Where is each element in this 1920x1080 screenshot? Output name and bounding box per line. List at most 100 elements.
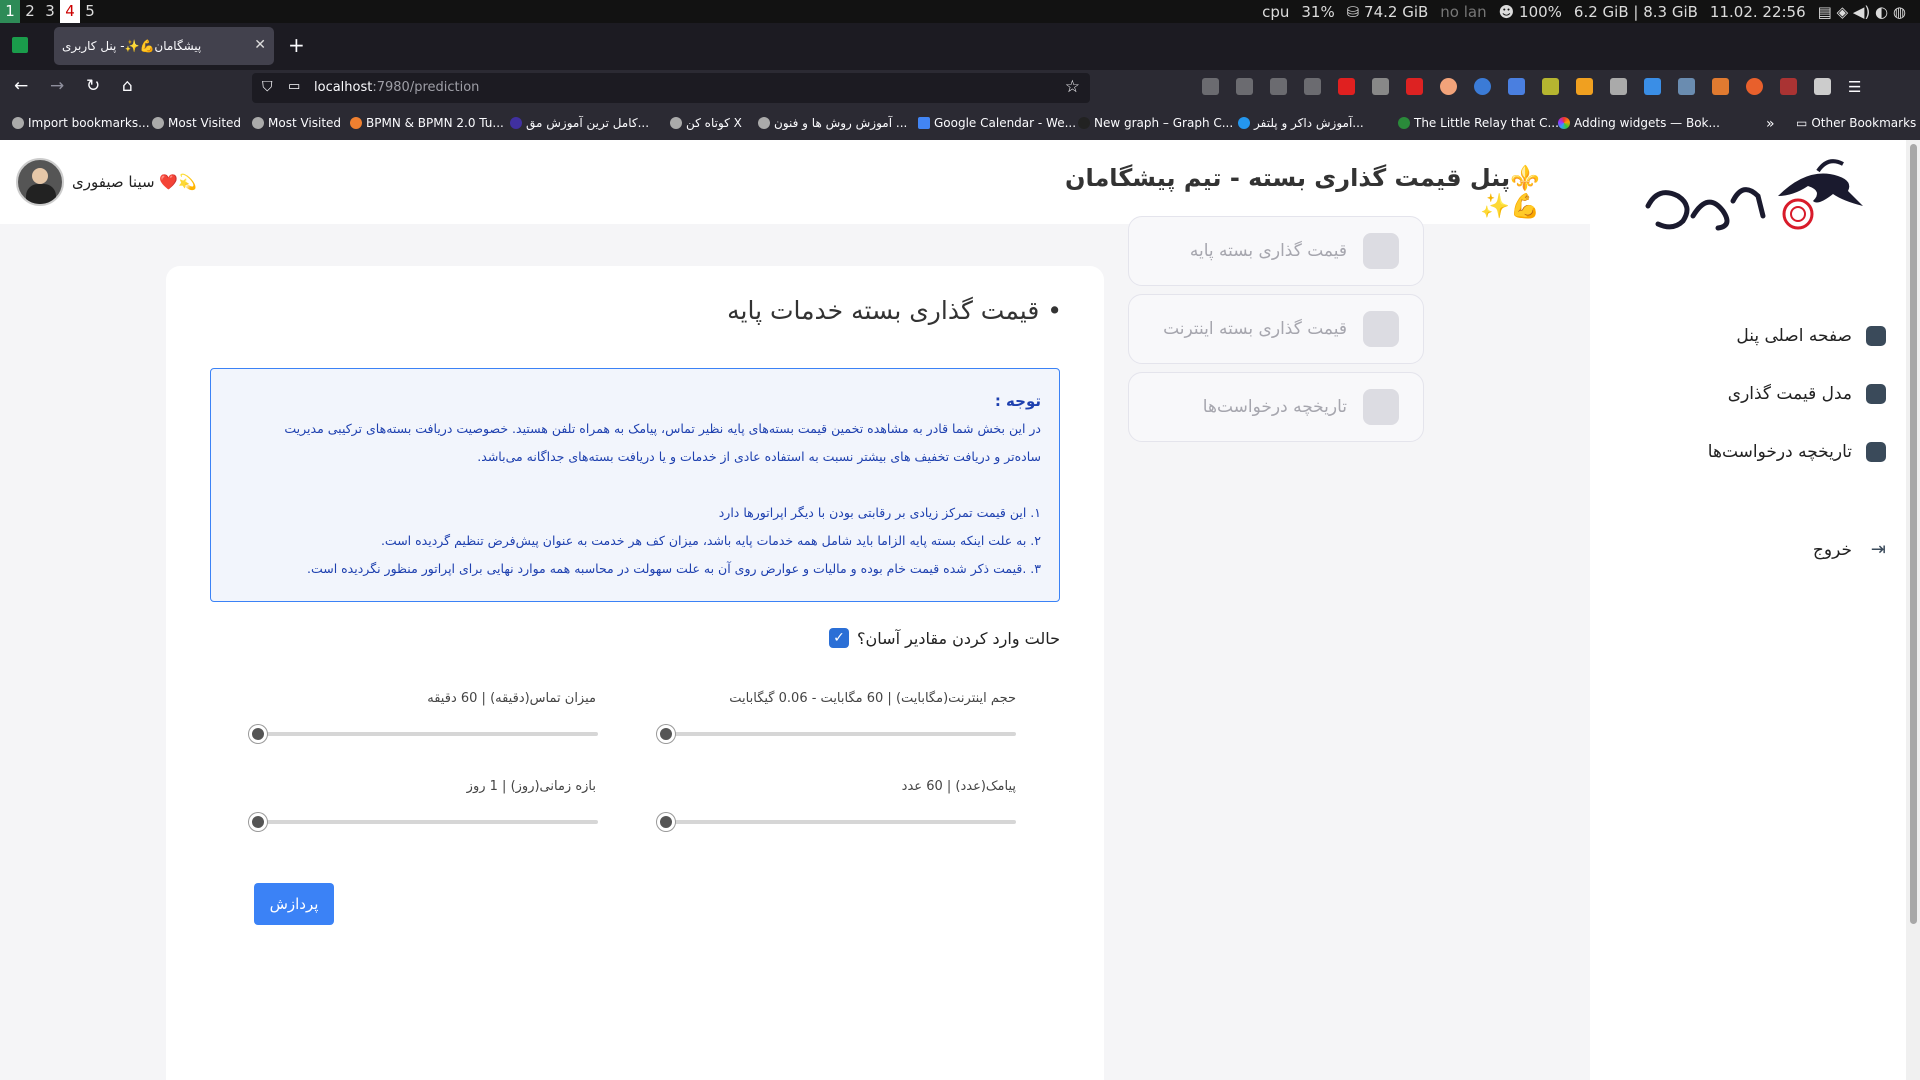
ext-icon-1[interactable] xyxy=(1440,78,1457,95)
other-bookmarks[interactable]: ▭ Other Bookmarks xyxy=(1796,116,1916,130)
bookmark-label: آموزش داکر و پلتفر... xyxy=(1254,116,1364,130)
logout-icon: ⇥ xyxy=(1870,539,1886,560)
workspace-1[interactable]: 1 xyxy=(0,0,20,23)
reload-icon[interactable]: ↻ xyxy=(86,76,100,96)
ext-icon-2[interactable] xyxy=(1474,78,1491,95)
system-stats: cpu 31% ⛁ 74.2 GiB no lan ☻ 100% 6.2 GiB… xyxy=(1262,0,1906,23)
page-icon: ▭ xyxy=(288,79,301,94)
sms-slider-handle[interactable] xyxy=(657,813,675,831)
card-request-history[interactable]: تاریخچه درخواست‌ها xyxy=(1128,372,1424,442)
pocket-icon[interactable] xyxy=(1202,78,1219,95)
bookmark-item[interactable]: کامل ترین آموزش مق... xyxy=(510,116,649,130)
easy-mode-checkbox[interactable]: ✓ xyxy=(829,628,850,648)
network-status: no lan xyxy=(1440,2,1487,21)
bookmark-item[interactable]: Google Calendar - We... xyxy=(918,116,1076,130)
bookmark-item[interactable]: آموزش داکر و پلتفر... xyxy=(1238,116,1364,130)
sidebar-item-logout[interactable]: ⇥ خروج xyxy=(1813,539,1886,561)
card-basic-pricing[interactable]: قیمت گذاری بسته پایه xyxy=(1128,216,1424,286)
bookmark-item[interactable]: آموزش روش ها و فنون ... xyxy=(758,116,907,130)
calls-slider-handle[interactable] xyxy=(249,725,267,743)
browser-tab[interactable]: پیشگامان💪✨- پنل کاربری ✕ xyxy=(54,27,274,65)
cpu-value: 31% xyxy=(1301,2,1335,21)
forward-icon[interactable]: → xyxy=(50,76,64,96)
library-icon[interactable] xyxy=(1270,78,1287,95)
ext-icon-10[interactable] xyxy=(1814,78,1831,95)
package-cards: قیمت گذاری بسته پایه قیمت گذاری بسته این… xyxy=(1128,216,1424,450)
card-label: قیمت گذاری بسته پایه xyxy=(1189,241,1347,261)
ext-icon-8[interactable] xyxy=(1746,78,1763,95)
sidebar-icon[interactable] xyxy=(1304,78,1321,95)
bookmark-item[interactable]: BPMN & BPMN 2.0 Tu... xyxy=(350,116,504,130)
ext-icon-3[interactable] xyxy=(1542,78,1559,95)
shield-icon[interactable]: ⛉ xyxy=(262,79,273,95)
system-status-bar: 1 2 3 4 5 cpu 31% ⛁ 74.2 GiB no lan ☻ 10… xyxy=(0,0,1920,23)
sheets-icon[interactable] xyxy=(12,37,28,53)
notice-line: در این بخش شما قادر به مشاهده تخمین قیمت… xyxy=(284,421,1041,436)
bookmark-label: Google Calendar - We... xyxy=(934,116,1077,130)
sidebar-item-home[interactable]: صفحه اصلی پنل xyxy=(1736,326,1886,346)
bookmark-item[interactable]: Adding widgets — Bok... xyxy=(1558,116,1720,130)
close-icon[interactable]: ✕ xyxy=(254,37,266,53)
pdf-icon[interactable] xyxy=(1406,78,1423,95)
url-host: localhost xyxy=(314,80,373,95)
ext-icon-9[interactable] xyxy=(1780,78,1797,95)
ext-icon-7[interactable] xyxy=(1678,78,1695,95)
bookmark-item[interactable]: New graph – Graph C... xyxy=(1078,116,1233,130)
sidebar-item-pricing-model[interactable]: مدل قیمت گذاری xyxy=(1728,384,1886,404)
sidebar-item-history[interactable]: تاریخچه درخواست‌ها xyxy=(1708,442,1886,462)
workspace-3[interactable]: 3 xyxy=(40,0,60,23)
browser-toolbar: ← → ↻ ⌂ ⛉ ▭ localhost:7980/prediction ☆ … xyxy=(0,70,1920,106)
wallet-icon xyxy=(1866,384,1886,404)
sidebar xyxy=(1590,140,1906,1080)
bookmark-item[interactable]: Most Visited xyxy=(152,116,241,130)
url-path: :7980/prediction xyxy=(372,80,480,95)
username: 💫❤️ سینا صیفوری xyxy=(72,173,197,191)
translate-icon[interactable] xyxy=(1508,78,1525,95)
cpu-label: cpu xyxy=(1262,2,1290,21)
user-profile[interactable]: 💫❤️ سینا صیفوری xyxy=(16,158,197,206)
bookmark-label: Most Visited xyxy=(268,116,342,130)
workspace-4[interactable]: 4 xyxy=(60,0,80,23)
process-button[interactable]: پردازش xyxy=(254,883,334,925)
bookmark-item[interactable]: کوتاه کن X xyxy=(670,116,742,130)
bookmark-label: آموزش روش ها و فنون ... xyxy=(774,116,908,130)
workspace-2[interactable]: 2 xyxy=(20,0,40,23)
home-icon[interactable]: ⌂ xyxy=(122,76,133,96)
easy-mode-toggle[interactable]: حالت وارد کردن مقادیر آسان؟ ✓ xyxy=(829,628,1060,648)
ext-icon-4[interactable] xyxy=(1576,78,1593,95)
ext-icon-5[interactable] xyxy=(1610,78,1627,95)
bookmark-label: کوتاه کن X xyxy=(686,116,742,130)
menu-icon[interactable]: ☰ xyxy=(1848,78,1865,96)
internet-slider-handle[interactable] xyxy=(657,725,675,743)
pen-icon[interactable] xyxy=(1372,78,1389,95)
download-icon[interactable] xyxy=(1236,78,1253,95)
gear-icon xyxy=(252,117,264,129)
bookmark-item[interactable]: Import bookmarks... xyxy=(12,116,150,130)
back-icon[interactable]: ← xyxy=(14,76,28,96)
adblock-icon[interactable] xyxy=(1338,78,1355,95)
sms-slider-label: پیامک(عدد) | 60 عدد xyxy=(901,779,1016,794)
internet-slider-label: حجم اینترنت(مگابایت) | 60 مگابایت - 0.06… xyxy=(729,691,1016,706)
docker-icon xyxy=(1238,117,1250,129)
bookmark-item[interactable]: Most Visited xyxy=(252,116,341,130)
internet-slider-track[interactable] xyxy=(664,732,1016,736)
bookmark-label: Adding widgets — Bok... xyxy=(1574,116,1720,130)
workspace-5[interactable]: 5 xyxy=(80,0,100,23)
url-text[interactable]: localhost:7980/prediction xyxy=(314,80,479,95)
bookmark-item[interactable]: The Little Relay that C... xyxy=(1398,116,1559,130)
duration-slider-handle[interactable] xyxy=(249,813,267,831)
calls-slider-track[interactable] xyxy=(256,732,598,736)
avatar[interactable] xyxy=(16,158,64,206)
page-scrollbar[interactable] xyxy=(1906,140,1920,1080)
sms-slider-track[interactable] xyxy=(664,820,1016,824)
metamask-icon[interactable] xyxy=(1712,78,1729,95)
url-bar[interactable]: ⛉ ▭ localhost:7980/prediction ☆ xyxy=(252,73,1090,103)
bookmarks-overflow-icon[interactable]: » xyxy=(1766,116,1775,132)
scrollbar-thumb[interactable] xyxy=(1910,144,1917,924)
bookmark-star-icon[interactable]: ☆ xyxy=(1065,77,1080,97)
duration-slider-track[interactable] xyxy=(256,820,598,824)
bookmark-label: Most Visited xyxy=(168,116,242,130)
card-internet-pricing[interactable]: قیمت گذاری بسته اینترنت xyxy=(1128,294,1424,364)
new-tab-button[interactable]: + xyxy=(288,33,305,57)
ext-icon-6[interactable] xyxy=(1644,78,1661,95)
